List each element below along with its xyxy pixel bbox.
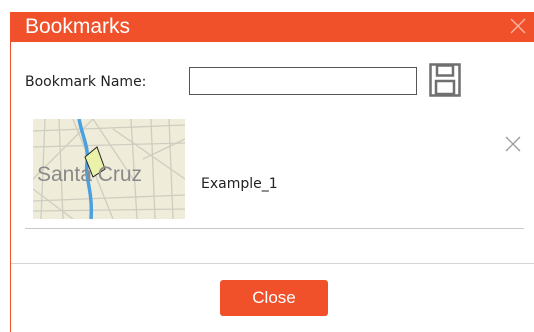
- bookmark-thumbnail[interactable]: Santa Cruz: [33, 119, 185, 219]
- footer-divider: [11, 263, 534, 264]
- close-button[interactable]: Close: [220, 280, 328, 316]
- bookmark-name[interactable]: Example_1: [201, 176, 278, 192]
- close-icon[interactable]: [509, 17, 527, 35]
- dialog-title: Bookmarks: [25, 15, 131, 38]
- bookmark-name-label: Bookmark Name:: [25, 74, 147, 90]
- bookmark-item[interactable]: Santa Cruz Example_1: [25, 119, 527, 231]
- list-divider: [25, 228, 524, 229]
- remove-bookmark-icon[interactable]: [505, 136, 521, 152]
- bookmark-name-input[interactable]: [189, 67, 417, 95]
- thumbnail-label: Santa Cruz: [37, 163, 142, 186]
- bookmarks-dialog: Bookmarks Bookmark Name: Santa Cruz Exam…: [10, 12, 534, 332]
- dialog-titlebar: Bookmarks: [11, 12, 534, 42]
- save-icon[interactable]: [429, 63, 461, 97]
